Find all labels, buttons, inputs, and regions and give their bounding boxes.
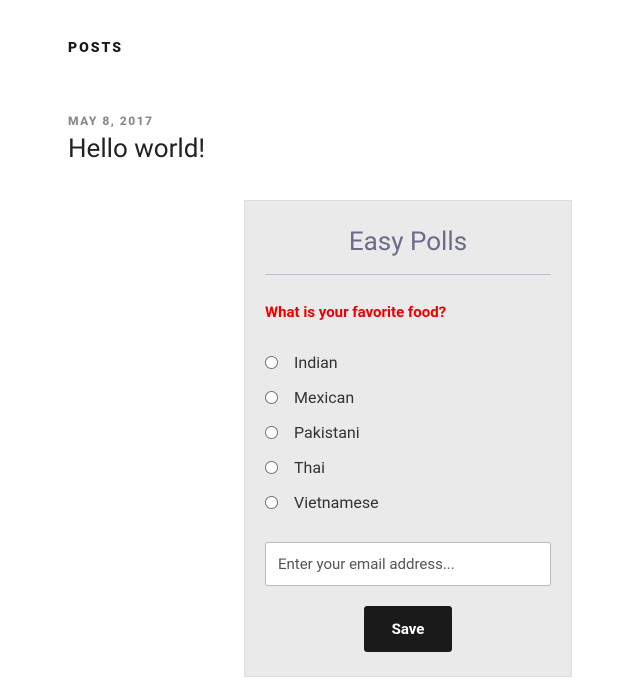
poll-option: Indian (265, 345, 551, 380)
poll-option-radio[interactable] (265, 496, 278, 509)
post-title[interactable]: Hello world! (68, 134, 603, 164)
poll-option-label: Pakistani (294, 423, 360, 442)
poll-options-list: Indian Mexican Pakistani Thai Vietnamese (265, 345, 551, 520)
page-container: POSTS MAY 8, 2017 Hello world! Easy Poll… (0, 0, 638, 677)
poll-option-label: Thai (294, 458, 325, 477)
poll-option: Pakistani (265, 415, 551, 450)
section-heading: POSTS (68, 40, 603, 56)
post-date: MAY 8, 2017 (68, 114, 603, 128)
poll-option-radio[interactable] (265, 461, 278, 474)
poll-option-radio[interactable] (265, 426, 278, 439)
poll-option: Vietnamese (265, 485, 551, 520)
poll-widget-title: Easy Polls (265, 227, 551, 275)
post-meta: MAY 8, 2017 Hello world! (68, 114, 603, 164)
poll-option-radio[interactable] (265, 356, 278, 369)
poll-option-label: Indian (294, 353, 338, 372)
save-row: Save (265, 606, 551, 652)
poll-question: What is your favorite food? (265, 303, 551, 321)
email-field[interactable] (265, 542, 551, 586)
save-button[interactable]: Save (364, 606, 453, 652)
poll-option-radio[interactable] (265, 391, 278, 404)
poll-option: Mexican (265, 380, 551, 415)
poll-option-label: Vietnamese (294, 493, 379, 512)
poll-option-label: Mexican (294, 388, 354, 407)
poll-option: Thai (265, 450, 551, 485)
poll-widget: Easy Polls What is your favorite food? I… (244, 200, 572, 677)
